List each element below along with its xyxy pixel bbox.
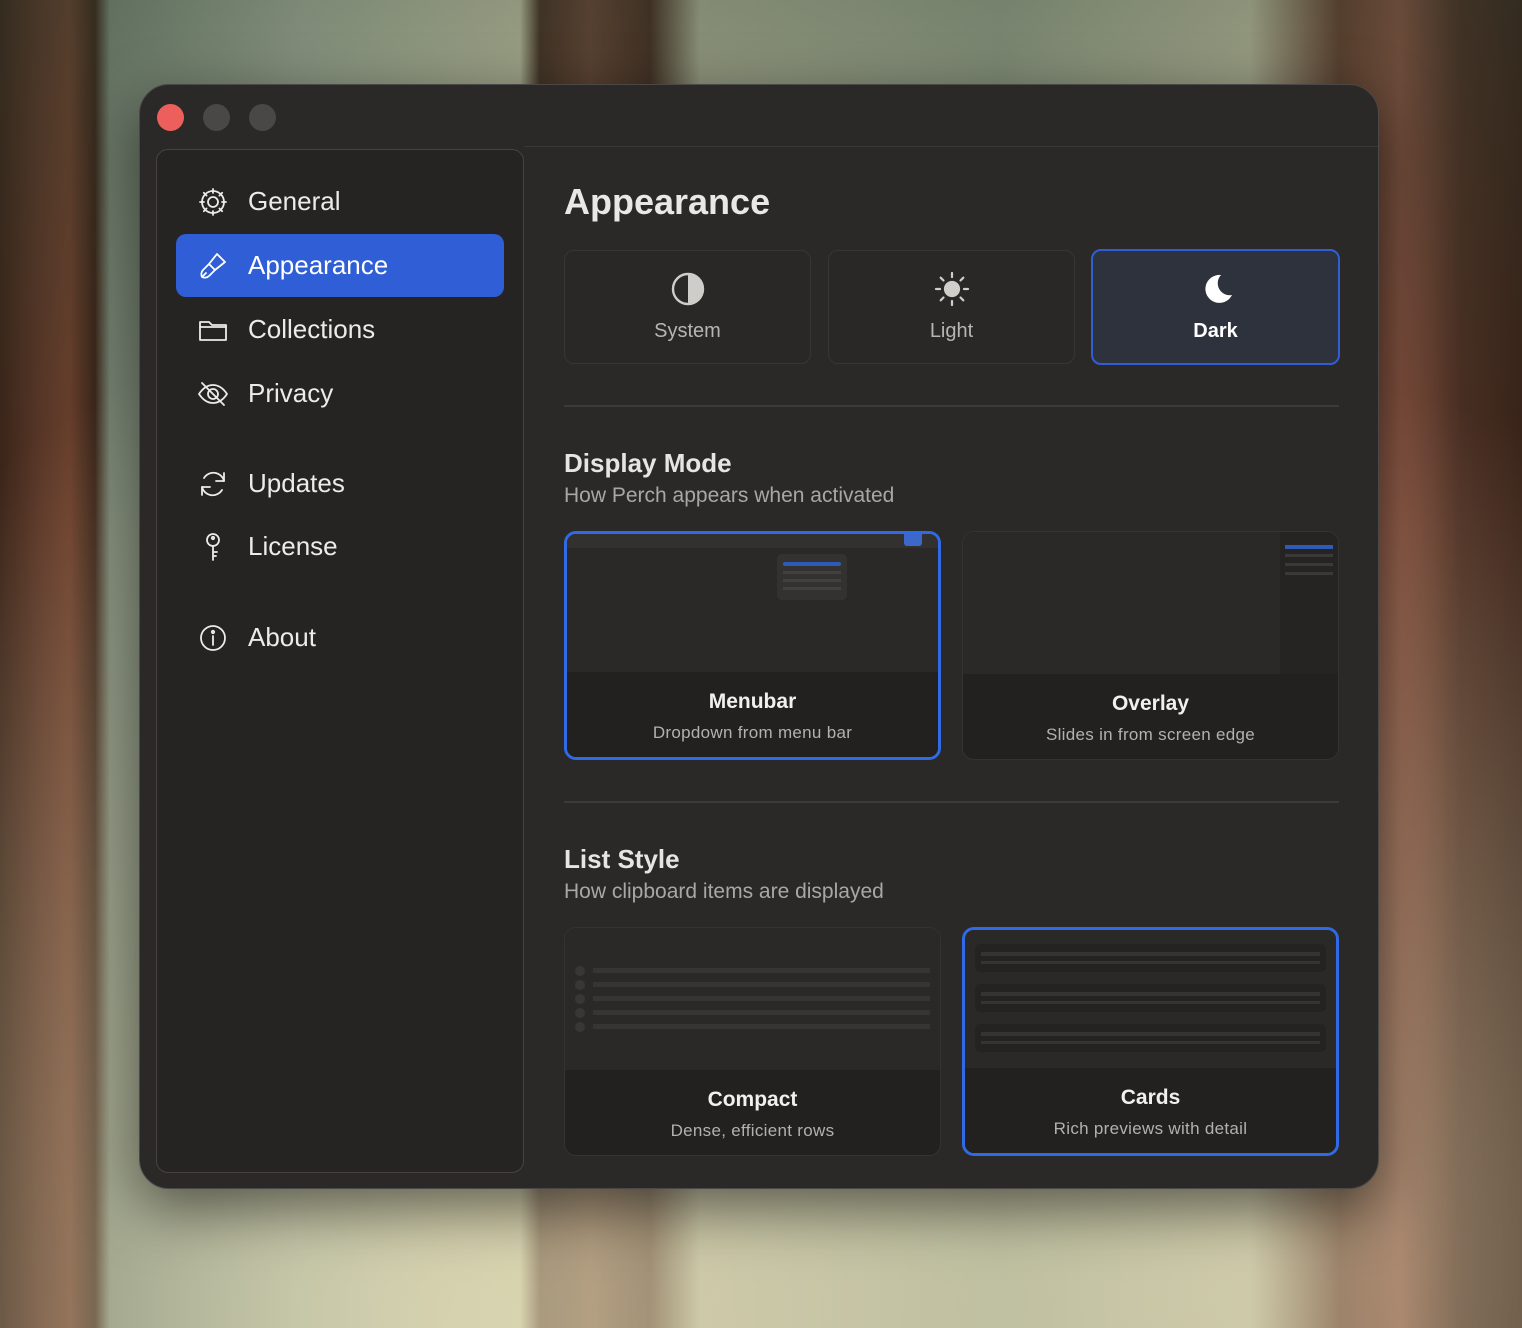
display-mode-overlay-card[interactable]: Overlay Slides in from screen edge bbox=[962, 531, 1339, 760]
list-style-title: List Style bbox=[564, 844, 680, 874]
sidebar-item-appearance[interactable]: Appearance bbox=[176, 234, 504, 297]
sidebar-item-label: General bbox=[248, 186, 341, 216]
page-title: Appearance bbox=[564, 181, 771, 222]
theme-option-light[interactable]: Light bbox=[828, 250, 1075, 364]
card-title: Overlay bbox=[1111, 692, 1190, 715]
sun-icon bbox=[829, 271, 1074, 307]
display-mode-title: Display Mode bbox=[564, 448, 732, 478]
sidebar-item-label: About bbox=[248, 622, 316, 652]
list-style-compact-card[interactable]: Compact Dense, efficient rows bbox=[564, 927, 941, 1156]
cards-preview bbox=[965, 930, 1336, 1072]
sidebar-item-about[interactable]: About bbox=[176, 606, 504, 669]
sidebar-item-label: Updates bbox=[248, 468, 345, 498]
compact-preview bbox=[565, 928, 940, 1070]
theme-option-label: System bbox=[654, 320, 721, 342]
section-divider bbox=[564, 405, 1339, 407]
card-title: Compact bbox=[707, 1088, 798, 1111]
card-subtitle: Rich previews with detail bbox=[1053, 1119, 1248, 1138]
theme-option-label: Light bbox=[929, 320, 974, 342]
list-style-cards-card[interactable]: Cards Rich previews with detail bbox=[962, 927, 1339, 1156]
section-divider bbox=[564, 801, 1339, 803]
info-icon bbox=[195, 620, 231, 656]
sidebar-item-label: Privacy bbox=[248, 378, 334, 408]
theme-option-dark[interactable]: Dark bbox=[1091, 249, 1340, 365]
card-subtitle: Dense, efficient rows bbox=[670, 1121, 835, 1140]
sidebar-item-license[interactable]: License bbox=[176, 515, 504, 578]
sidebar-item-label: License bbox=[248, 531, 338, 561]
list-style-subtitle: How clipboard items are displayed bbox=[564, 880, 884, 903]
half-circle-icon bbox=[565, 271, 810, 307]
refresh-icon bbox=[195, 466, 231, 502]
close-window-button[interactable] bbox=[157, 104, 184, 131]
card-title: Menubar bbox=[708, 690, 797, 713]
key-icon bbox=[195, 529, 231, 565]
eye-slash-icon bbox=[195, 376, 231, 412]
sidebar-item-privacy[interactable]: Privacy bbox=[176, 362, 504, 425]
theme-option-label: Dark bbox=[1193, 320, 1238, 342]
card-subtitle: Dropdown from menu bar bbox=[652, 723, 853, 742]
settings-window: General Appearance Collections Privacy U… bbox=[139, 84, 1379, 1189]
sidebar: General Appearance Collections Privacy U… bbox=[156, 149, 524, 1173]
theme-option-system[interactable]: System bbox=[564, 250, 811, 364]
overlay-preview bbox=[963, 532, 1338, 674]
minimize-window-button[interactable] bbox=[203, 104, 230, 131]
sidebar-item-label: Collections bbox=[248, 314, 376, 344]
paintbrush-icon bbox=[195, 248, 231, 284]
card-subtitle: Slides in from screen edge bbox=[1045, 725, 1256, 744]
zoom-window-button[interactable] bbox=[249, 104, 276, 131]
gear-icon bbox=[195, 184, 231, 220]
folder-icon bbox=[195, 312, 231, 348]
moon-icon bbox=[1093, 271, 1338, 307]
sidebar-item-label: Appearance bbox=[248, 250, 389, 280]
sidebar-item-updates[interactable]: Updates bbox=[176, 452, 504, 515]
display-mode-subtitle: How Perch appears when activated bbox=[564, 484, 895, 507]
main-content: Appearance System Light Dark Display Mod… bbox=[564, 85, 1378, 1188]
card-title: Cards bbox=[1120, 1086, 1181, 1109]
sidebar-item-general[interactable]: General bbox=[176, 170, 504, 233]
menubar-preview bbox=[567, 534, 938, 676]
display-mode-menubar-card[interactable]: Menubar Dropdown from menu bar bbox=[564, 531, 941, 760]
sidebar-item-collections[interactable]: Collections bbox=[176, 298, 504, 361]
